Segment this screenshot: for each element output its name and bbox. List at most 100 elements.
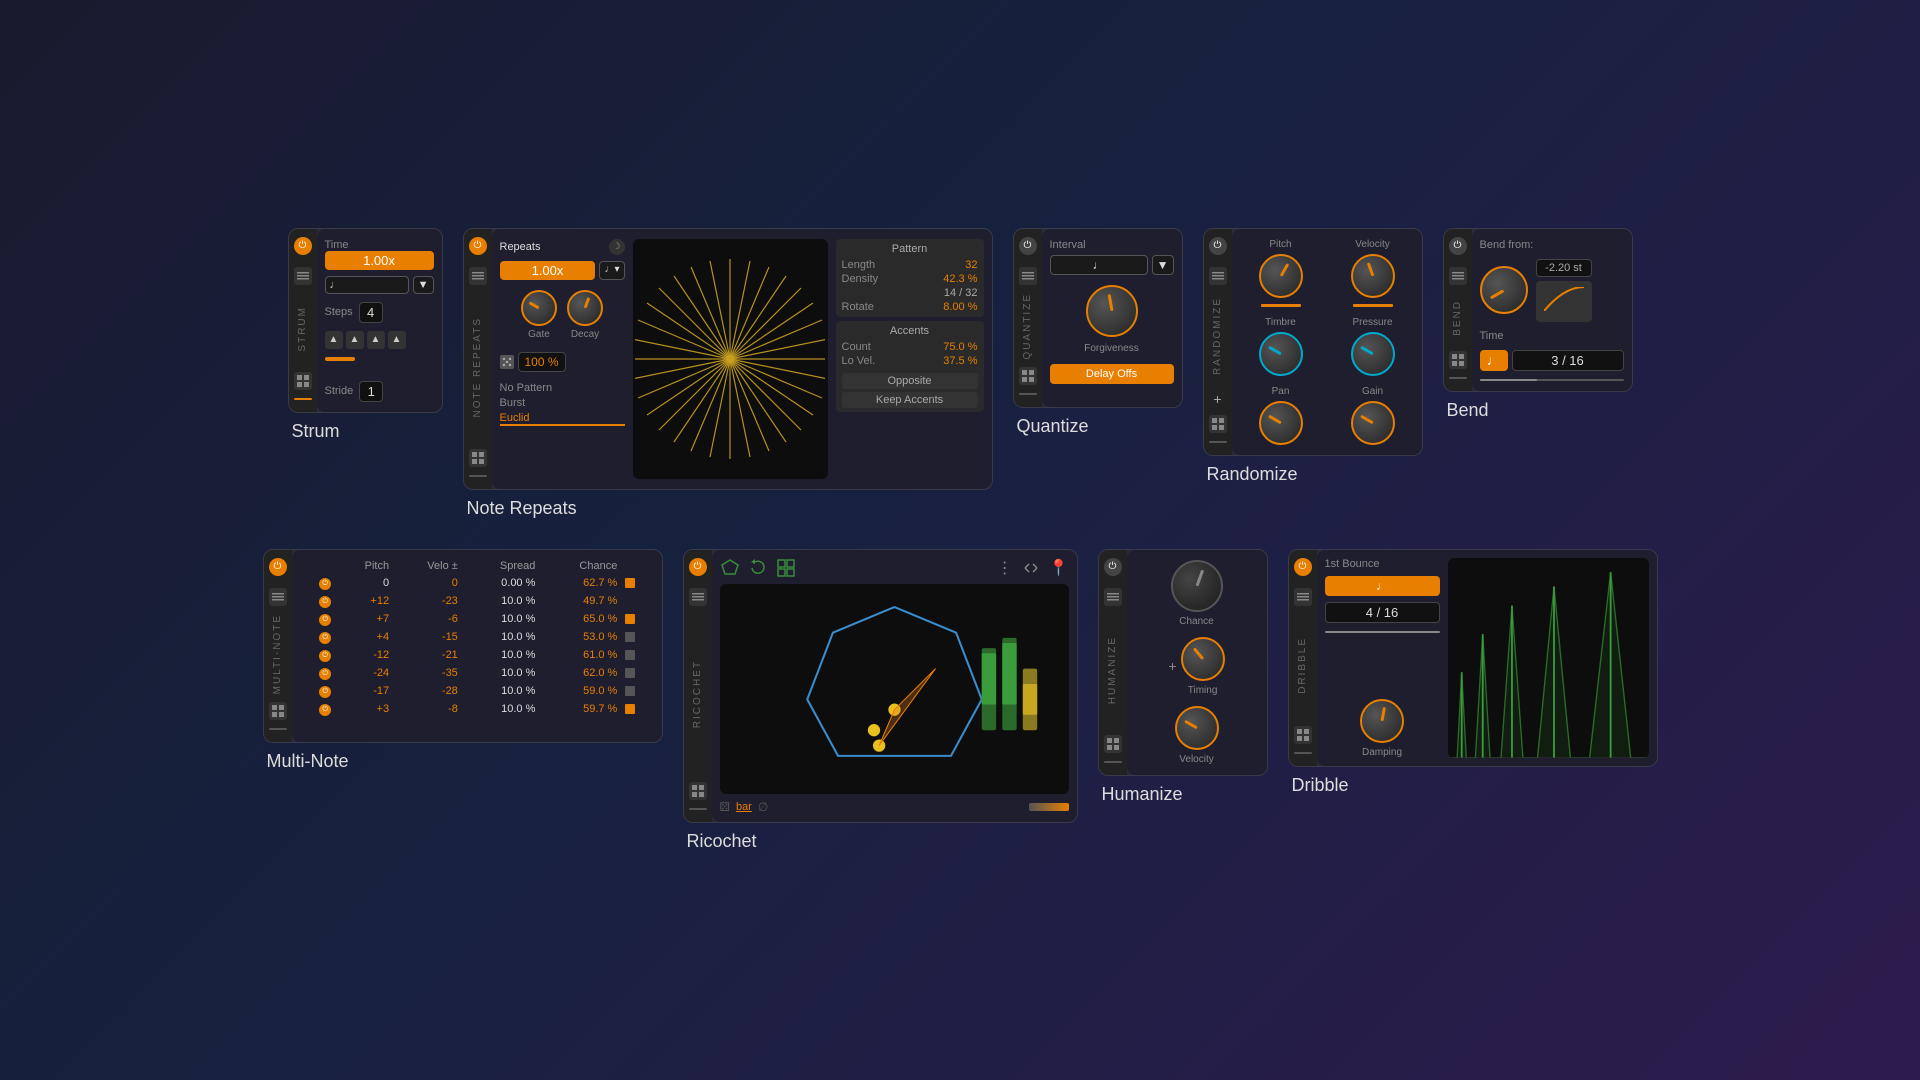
strum-stride-value[interactable]: 1 [359,381,383,402]
nr-length-value[interactable]: 32 [965,259,977,271]
strum-arrow-up-3[interactable]: ▲ [367,331,385,349]
nr-lovel-value[interactable]: 37.5 % [943,355,977,367]
mn-chance-8[interactable]: 59.7 % [539,700,621,718]
mn-pitch-2[interactable]: +12 [335,592,393,610]
mn-menu-icon[interactable] [269,588,287,606]
mn-chance-2[interactable]: 49.7 % [539,592,621,610]
strum-grid-icon[interactable] [294,372,312,390]
dribble-power-button[interactable]: ⏻ [1294,558,1312,576]
nr-power-button[interactable]: ⏻ [469,237,487,255]
strum-steps-value[interactable]: 4 [359,302,383,323]
dribble-bounce-value[interactable]: 4 / 16 [1325,602,1440,623]
mn-pitch-5[interactable]: -12 [335,646,393,664]
rand-gain-knob[interactable] [1351,401,1395,445]
nr-burst[interactable]: Burst [500,397,625,409]
mn-grid-icon[interactable] [269,702,287,720]
mn-pitch-7[interactable]: -17 [335,682,393,700]
mn-row-power-7[interactable]: ⏻ [319,686,331,698]
mn-velo-1[interactable]: 0 [393,574,462,592]
mn-pitch-1[interactable]: 0 [335,574,393,592]
nr-opposite-btn[interactable]: Opposite [842,373,978,389]
nr-percent-value[interactable]: 100 % [518,352,566,372]
strum-arrow-up-4[interactable]: ▲ [388,331,406,349]
nr-moon-icon[interactable]: ☽ [609,239,625,255]
mn-pitch-4[interactable]: +4 [335,628,393,646]
quantize-interval-select[interactable]: ♩ [1050,255,1148,275]
quantize-power-button[interactable]: ⏻ [1019,237,1037,255]
rand-timbre-knob[interactable] [1259,332,1303,376]
ricochet-bar-label[interactable]: bar [736,801,752,813]
humanize-power-button[interactable]: ⏻ [1104,558,1122,576]
randomize-grid-icon[interactable] [1209,415,1227,433]
mn-velo-7[interactable]: -28 [393,682,462,700]
quantize-forgiveness-knob[interactable] [1086,285,1138,337]
strum-power-button[interactable]: ⏻ [294,237,312,255]
mn-pitch-3[interactable]: +7 [335,610,393,628]
mn-chance-7[interactable]: 59.0 % [539,682,621,700]
mn-velo-2[interactable]: -23 [393,592,462,610]
ricochet-refresh-icon[interactable] [748,558,768,578]
humanize-grid-icon[interactable] [1104,735,1122,753]
rand-pressure-knob[interactable] [1351,332,1395,376]
bend-value[interactable]: -2.20 st [1536,259,1592,277]
bend-knob[interactable] [1480,266,1528,314]
quantize-menu-icon[interactable] [1019,267,1037,285]
nr-grid-icon[interactable] [469,449,487,467]
randomize-power-button[interactable]: ⏻ [1209,237,1227,255]
strum-note-select[interactable]: ♩ [325,276,409,294]
ricochet-power-button[interactable]: ⏻ [689,558,707,576]
ricochet-menu-icon[interactable] [689,588,707,606]
mn-pitch-6[interactable]: -24 [335,664,393,682]
bend-note-icon[interactable]: ♩ [1480,350,1508,371]
strum-menu-icon[interactable] [294,267,312,285]
mn-spread-6[interactable]: 10.0 % [462,664,540,682]
mn-spread-4[interactable]: 10.0 % [462,628,540,646]
strum-time-value[interactable]: 1.00x [325,251,434,270]
nr-decay-knob[interactable] [567,290,603,326]
ricochet-arrows-icon[interactable] [1021,558,1041,578]
mn-row-power-5[interactable]: ⏻ [319,650,331,662]
quantize-interval-arrow[interactable]: ▼ [1152,255,1174,275]
mn-row-power-6[interactable]: ⏻ [319,668,331,680]
mn-spread-5[interactable]: 10.0 % [462,646,540,664]
nr-value[interactable]: 1.00x [500,261,596,280]
mn-chance-5[interactable]: 61.0 % [539,646,621,664]
bend-power-button[interactable]: ⏻ [1449,237,1467,255]
randomize-menu-icon[interactable] [1209,267,1227,285]
nr-gate-knob[interactable] [521,290,557,326]
nr-density-value[interactable]: 42.3 % [943,273,977,285]
mn-pitch-8[interactable]: +3 [335,700,393,718]
dribble-bounce-note[interactable]: ♩ [1325,576,1440,596]
mn-row-power-1[interactable]: ⏻ [319,578,331,590]
bend-grid-icon[interactable] [1449,351,1467,369]
nr-note-select[interactable]: ♩▾ [599,261,624,280]
humanize-velocity-knob[interactable] [1175,706,1219,750]
mn-chance-3[interactable]: 65.0 % [539,610,621,628]
dribble-grid-icon[interactable] [1294,726,1312,744]
nr-no-pattern[interactable]: No Pattern [500,382,625,394]
mn-power-button[interactable]: ⏻ [269,558,287,576]
strum-arrow-up-1[interactable]: ▲ [325,331,343,349]
mn-spread-8[interactable]: 10.0 % [462,700,540,718]
mn-velo-4[interactable]: -15 [393,628,462,646]
rand-pan-knob[interactable] [1259,401,1303,445]
nr-rotate-value[interactable]: 8.00 % [943,301,977,313]
bend-menu-icon[interactable] [1449,267,1467,285]
mn-row-power-8[interactable]: ⏻ [319,704,331,716]
dribble-menu-icon[interactable] [1294,588,1312,606]
strum-arrow-up-2[interactable]: ▲ [346,331,364,349]
mn-row-power-4[interactable]: ⏻ [319,632,331,644]
mn-chance-6[interactable]: 62.0 % [539,664,621,682]
quantize-delay-offs-btn[interactable]: Delay Offs [1050,364,1174,384]
mn-chance-4[interactable]: 53.0 % [539,628,621,646]
mn-velo-6[interactable]: -35 [393,664,462,682]
mn-chance-1[interactable]: 62.7 % [539,574,621,592]
dribble-slider[interactable] [1325,631,1440,633]
mn-row-power-2[interactable]: ⏻ [319,596,331,608]
strum-arrow-select[interactable]: ▼ [413,276,434,294]
humanize-chance-knob[interactable] [1171,560,1223,612]
ricochet-grid-icon[interactable] [689,782,707,800]
nr-euclid[interactable]: Euclid [500,412,625,426]
nr-keep-accents-btn[interactable]: Keep Accents [842,392,978,408]
mn-spread-7[interactable]: 10.0 % [462,682,540,700]
